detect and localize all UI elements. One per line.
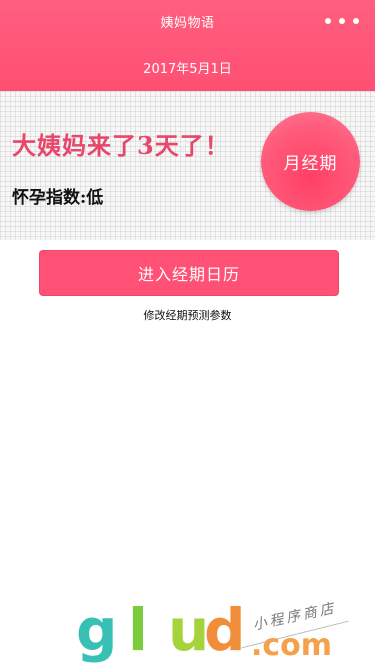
- period-phase-badge: 月经期: [261, 112, 360, 211]
- app-screen: 姨妈物语 2017年5月1日 大姨妈来了3天了！ 怀孕指数:低 月经期 进入经期…: [0, 0, 375, 671]
- more-button[interactable]: [325, 13, 359, 29]
- watermark-letter-l: l: [128, 596, 148, 664]
- pregnancy-index-text: 怀孕指数:低: [12, 188, 104, 208]
- period-phase-label: 月经期: [283, 154, 338, 174]
- more-dot-icon: [339, 18, 345, 24]
- more-dot-icon: [325, 18, 331, 24]
- watermark-logo: g l u d .com 小程序商店: [76, 598, 375, 671]
- current-date: 2017年5月1日: [143, 62, 232, 77]
- watermark-letter-d: d: [204, 596, 246, 664]
- watermark-letter-g: g: [76, 596, 118, 664]
- more-dot-icon: [353, 18, 359, 24]
- enter-period-calendar-label: 进入经期日历: [137, 265, 240, 284]
- watermark-domain-suffix: .com: [251, 628, 333, 663]
- enter-period-calendar-button[interactable]: 进入经期日历: [39, 250, 339, 296]
- period-status-text: 大姨妈来了3天了！: [12, 131, 230, 160]
- status-panel: 大姨妈来了3天了！ 怀孕指数:低 月经期: [0, 91, 375, 240]
- modify-prediction-settings-link[interactable]: 修改经期预测参数: [0, 307, 375, 323]
- page-title: 姨妈物语: [160, 16, 215, 31]
- header: 姨妈物语 2017年5月1日: [0, 0, 375, 91]
